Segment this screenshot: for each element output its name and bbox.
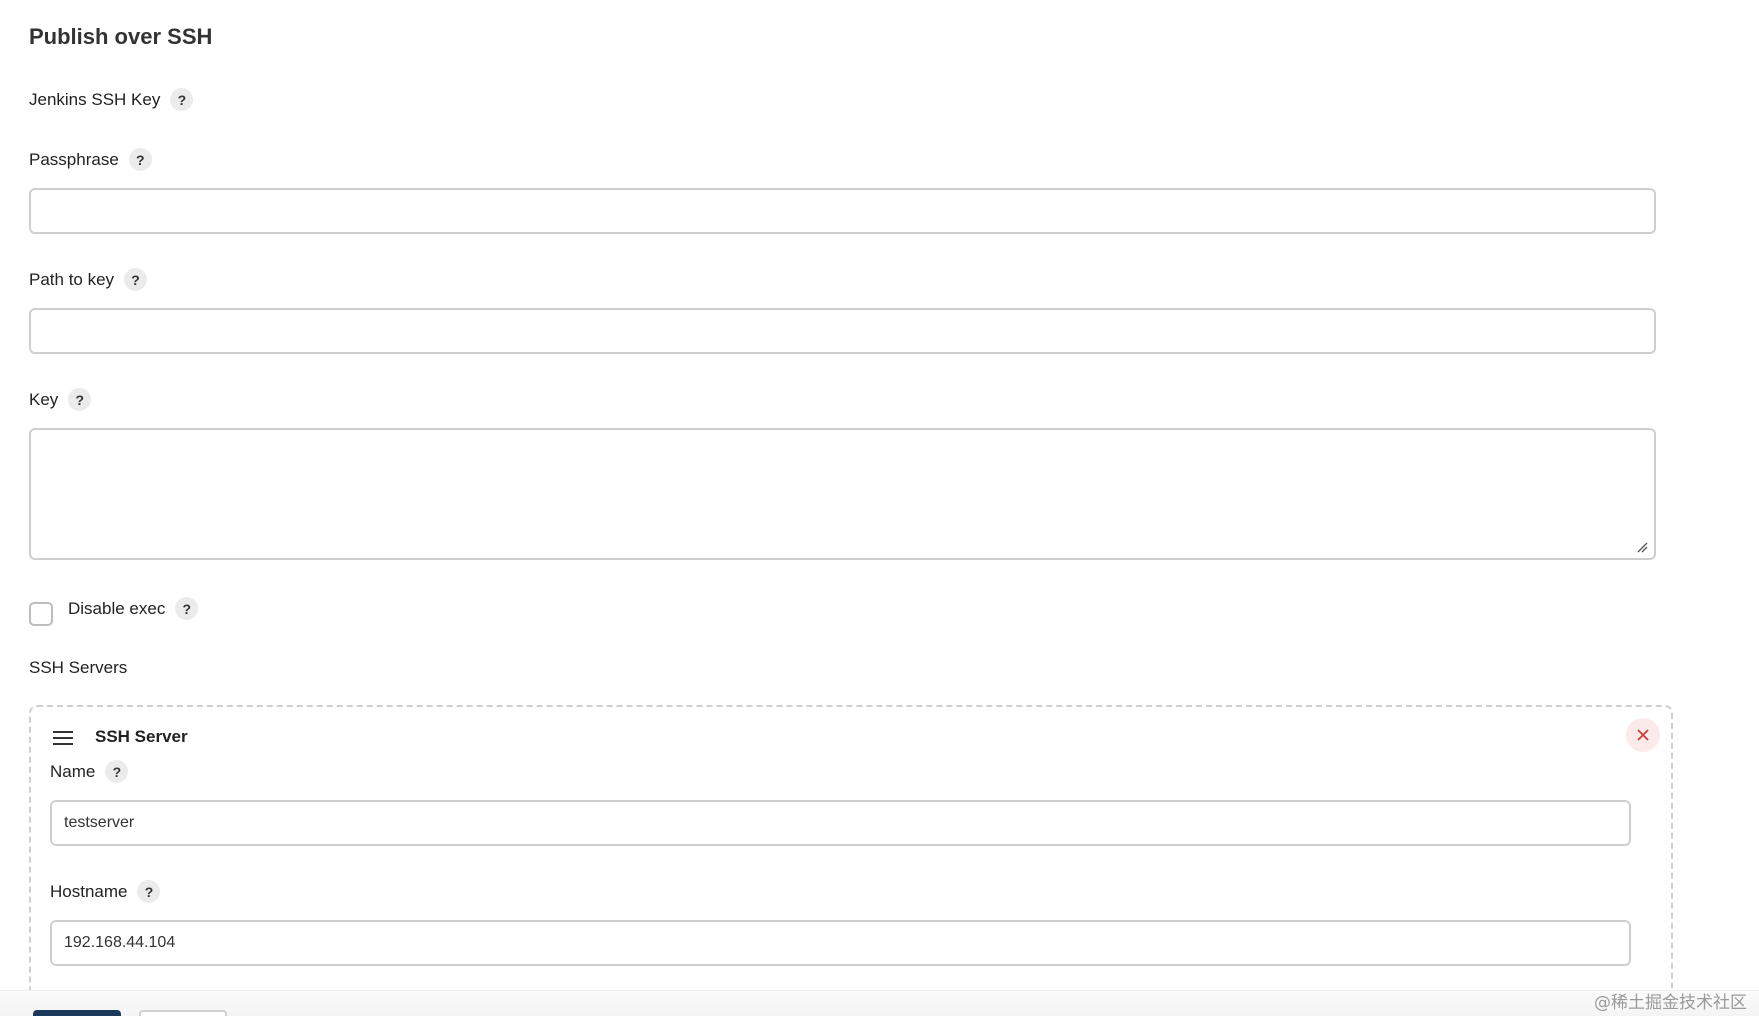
jenkins-ssh-key-label: Jenkins SSH Key <box>29 89 161 109</box>
disable-exec-label-row: Disable exec ? <box>68 597 199 620</box>
ssh-server-card: SSH Server Name ? Hostname ? <box>29 705 1673 1016</box>
help-icon[interactable]: ? <box>137 880 161 903</box>
ssh-servers-label-row: SSH Servers <box>29 658 127 678</box>
key-label-row: Key ? <box>29 388 92 411</box>
key-textarea[interactable] <box>29 428 1656 560</box>
passphrase-label: Passphrase <box>29 149 119 169</box>
disable-exec-checkbox[interactable] <box>29 602 53 626</box>
help-icon[interactable]: ? <box>105 760 129 783</box>
server-name-label: Name <box>50 761 96 781</box>
path-to-key-label: Path to key <box>29 269 115 289</box>
path-to-key-label-row: Path to key ? <box>29 268 148 291</box>
passphrase-label-row: Passphrase ? <box>29 148 152 171</box>
server-hostname-label: Hostname <box>50 881 128 901</box>
help-icon[interactable]: ? <box>124 268 148 291</box>
help-icon[interactable]: ? <box>170 88 194 111</box>
watermark: @稀土掘金技术社区 <box>1594 993 1747 1013</box>
disable-exec-label[interactable]: Disable exec <box>68 599 165 619</box>
remove-server-button[interactable] <box>1626 718 1660 752</box>
publish-over-ssh-page: Publish over SSH Jenkins SSH Key ? Passp… <box>0 0 1759 1016</box>
server-hostname-label-row: Hostname ? <box>50 880 161 903</box>
close-icon <box>1637 729 1649 741</box>
bottom-action-bar <box>0 990 1759 1016</box>
save-button[interactable] <box>33 1010 121 1016</box>
key-label: Key <box>29 389 59 409</box>
ssh-servers-label: SSH Servers <box>29 658 128 677</box>
ssh-server-title: SSH Server <box>95 727 188 746</box>
resize-grip-icon[interactable] <box>1636 541 1648 553</box>
server-name-label-row: Name ? <box>50 760 129 783</box>
help-icon[interactable]: ? <box>68 388 92 411</box>
drag-handle-icon[interactable] <box>53 731 73 745</box>
path-to-key-input[interactable] <box>29 308 1656 354</box>
help-icon[interactable]: ? <box>128 148 152 171</box>
jenkins-ssh-key-label-row: Jenkins SSH Key ? <box>29 88 194 111</box>
server-name-input[interactable] <box>50 800 1631 846</box>
help-icon[interactable]: ? <box>175 597 199 620</box>
passphrase-input[interactable] <box>29 188 1656 234</box>
server-hostname-input[interactable] <box>50 920 1631 966</box>
section-title: Publish over SSH <box>29 24 213 49</box>
apply-button[interactable] <box>139 1010 227 1016</box>
